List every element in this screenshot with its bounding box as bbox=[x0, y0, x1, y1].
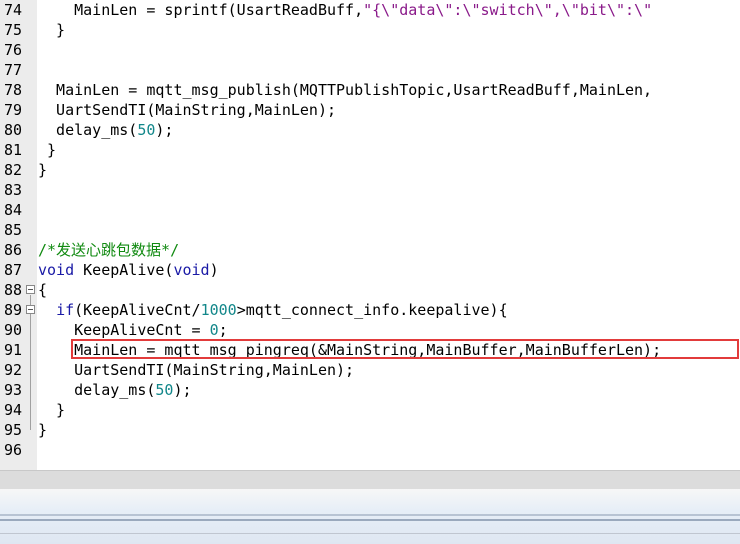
code-token: { bbox=[38, 281, 48, 299]
line-number: 93 bbox=[3, 381, 22, 399]
line-number: 79 bbox=[3, 101, 22, 119]
code-token: delay_ms( bbox=[38, 121, 138, 139]
code-token: ; bbox=[218, 321, 228, 339]
code-line[interactable]: 92 UartSendTI(MainString,MainLen); bbox=[0, 360, 740, 380]
code-token: >mqtt_connect_info.keepalive){ bbox=[236, 301, 508, 319]
code-token: } bbox=[38, 401, 66, 419]
code-text: delay_ms(50); bbox=[38, 380, 192, 400]
code-line[interactable]: 94 } bbox=[0, 400, 740, 420]
code-token: } bbox=[38, 141, 57, 159]
code-text: } bbox=[38, 160, 47, 180]
code-token: /*发送心跳包数据*/ bbox=[38, 241, 180, 259]
line-number: 92 bbox=[3, 361, 22, 379]
code-line[interactable]: 93 delay_ms(50); bbox=[0, 380, 740, 400]
code-token: void bbox=[173, 261, 210, 279]
code-token: ); bbox=[155, 121, 174, 139]
line-number: 96 bbox=[3, 441, 22, 459]
line-number: 80 bbox=[3, 121, 22, 139]
code-line[interactable]: 76 bbox=[0, 40, 740, 60]
code-token: UartSendTI(MainString,MainLen); bbox=[38, 101, 337, 119]
line-number: 88 bbox=[3, 281, 22, 299]
code-line[interactable]: 84 bbox=[0, 200, 740, 220]
code-token: ); bbox=[173, 381, 192, 399]
code-text: } bbox=[38, 420, 47, 440]
code-token: MainLen = sprintf(UsartReadBuff, bbox=[38, 1, 364, 19]
code-line[interactable]: 87 void KeepAlive(void) bbox=[0, 260, 740, 280]
code-token: delay_ms( bbox=[38, 381, 156, 399]
code-token: if bbox=[56, 301, 75, 319]
code-text: KeepAliveCnt = 0; bbox=[38, 320, 228, 340]
code-token: } bbox=[38, 421, 48, 439]
code-text: /*发送心跳包数据*/ bbox=[38, 240, 179, 260]
code-token: "{\"data\":\"switch\",\"bit\":\" bbox=[363, 1, 653, 19]
line-number: 86 bbox=[3, 241, 22, 259]
code-text: } bbox=[38, 20, 65, 40]
code-token: 1000 bbox=[200, 301, 237, 319]
code-line[interactable]: 74 MainLen = sprintf(UsartReadBuff,"{\"d… bbox=[0, 0, 740, 20]
code-line[interactable]: 95} bbox=[0, 420, 740, 440]
code-token: ) bbox=[209, 261, 219, 279]
code-token: MainLen = mqtt_msg_publish(MQTTPublishTo… bbox=[38, 81, 653, 99]
line-number: 90 bbox=[3, 321, 22, 339]
code-text: { bbox=[38, 280, 47, 300]
code-line[interactable]: 83 bbox=[0, 180, 740, 200]
line-number: 83 bbox=[3, 181, 22, 199]
code-token: void bbox=[38, 261, 75, 279]
code-line[interactable]: 86 /*发送心跳包数据*/ bbox=[0, 240, 740, 260]
line-number: 75 bbox=[3, 21, 22, 39]
code-token: (KeepAliveCnt/ bbox=[74, 301, 201, 319]
line-number: 87 bbox=[3, 261, 22, 279]
code-text: } bbox=[38, 400, 65, 420]
code-line[interactable]: 85 bbox=[0, 220, 740, 240]
code-token: 50 bbox=[137, 121, 156, 139]
code-line[interactable]: 80 delay_ms(50); bbox=[0, 120, 740, 140]
highlight-box bbox=[71, 339, 739, 359]
code-line[interactable]: 81 } bbox=[0, 140, 740, 160]
code-token: UartSendTI(MainString,MainLen); bbox=[38, 361, 355, 379]
horizontal-scrollbar[interactable] bbox=[0, 470, 740, 489]
line-number: 78 bbox=[3, 81, 22, 99]
code-line[interactable]: 75 } bbox=[0, 20, 740, 40]
line-number: 82 bbox=[3, 161, 22, 179]
code-token: 50 bbox=[155, 381, 174, 399]
code-token: KeepAliveCnt = bbox=[38, 321, 210, 339]
code-text: UartSendTI(MainString,MainLen); bbox=[38, 360, 354, 380]
code-text: void KeepAlive(void) bbox=[38, 260, 219, 280]
line-number: 81 bbox=[3, 141, 22, 159]
line-number: 77 bbox=[3, 61, 22, 79]
line-number: 91 bbox=[3, 341, 22, 359]
code-line[interactable]: 88 { bbox=[0, 280, 740, 300]
code-token: 0 bbox=[209, 321, 219, 339]
code-line[interactable]: 79 UartSendTI(MainString,MainLen); bbox=[0, 100, 740, 120]
code-token: KeepAlive( bbox=[74, 261, 174, 279]
code-text: UartSendTI(MainString,MainLen); bbox=[38, 100, 336, 120]
line-number: 74 bbox=[3, 1, 22, 19]
collapse-box-icon[interactable] bbox=[26, 305, 35, 314]
code-token: } bbox=[38, 161, 48, 179]
code-line[interactable]: 89 if(KeepAliveCnt/1000>mqtt_connect_inf… bbox=[0, 300, 740, 320]
bottom-panel bbox=[0, 489, 740, 544]
line-number: 76 bbox=[3, 41, 22, 59]
line-number: 95 bbox=[3, 421, 22, 439]
code-editor[interactable]: 74 MainLen = sprintf(UsartReadBuff,"{\"d… bbox=[0, 0, 740, 470]
code-text: delay_ms(50); bbox=[38, 120, 173, 140]
code-text: } bbox=[38, 140, 56, 160]
code-line[interactable]: 82} bbox=[0, 160, 740, 180]
code-text: if(KeepAliveCnt/1000>mqtt_connect_info.k… bbox=[38, 300, 508, 320]
code-text: MainLen = mqtt_msg_publish(MQTTPublishTo… bbox=[38, 80, 652, 100]
code-line[interactable]: 90 KeepAliveCnt = 0; bbox=[0, 320, 740, 340]
line-number: 94 bbox=[3, 401, 22, 419]
code-line[interactable]: 78 MainLen = mqtt_msg_publish(MQTTPublis… bbox=[0, 80, 740, 100]
code-line[interactable]: 77 bbox=[0, 60, 740, 80]
collapse-box-icon[interactable] bbox=[26, 285, 35, 294]
code-text: MainLen = sprintf(UsartReadBuff,"{\"data… bbox=[38, 0, 652, 20]
line-number: 84 bbox=[3, 201, 22, 219]
code-line[interactable]: 96 bbox=[0, 440, 740, 460]
line-number: 85 bbox=[3, 221, 22, 239]
code-token: } bbox=[38, 21, 66, 39]
line-number: 89 bbox=[3, 301, 22, 319]
